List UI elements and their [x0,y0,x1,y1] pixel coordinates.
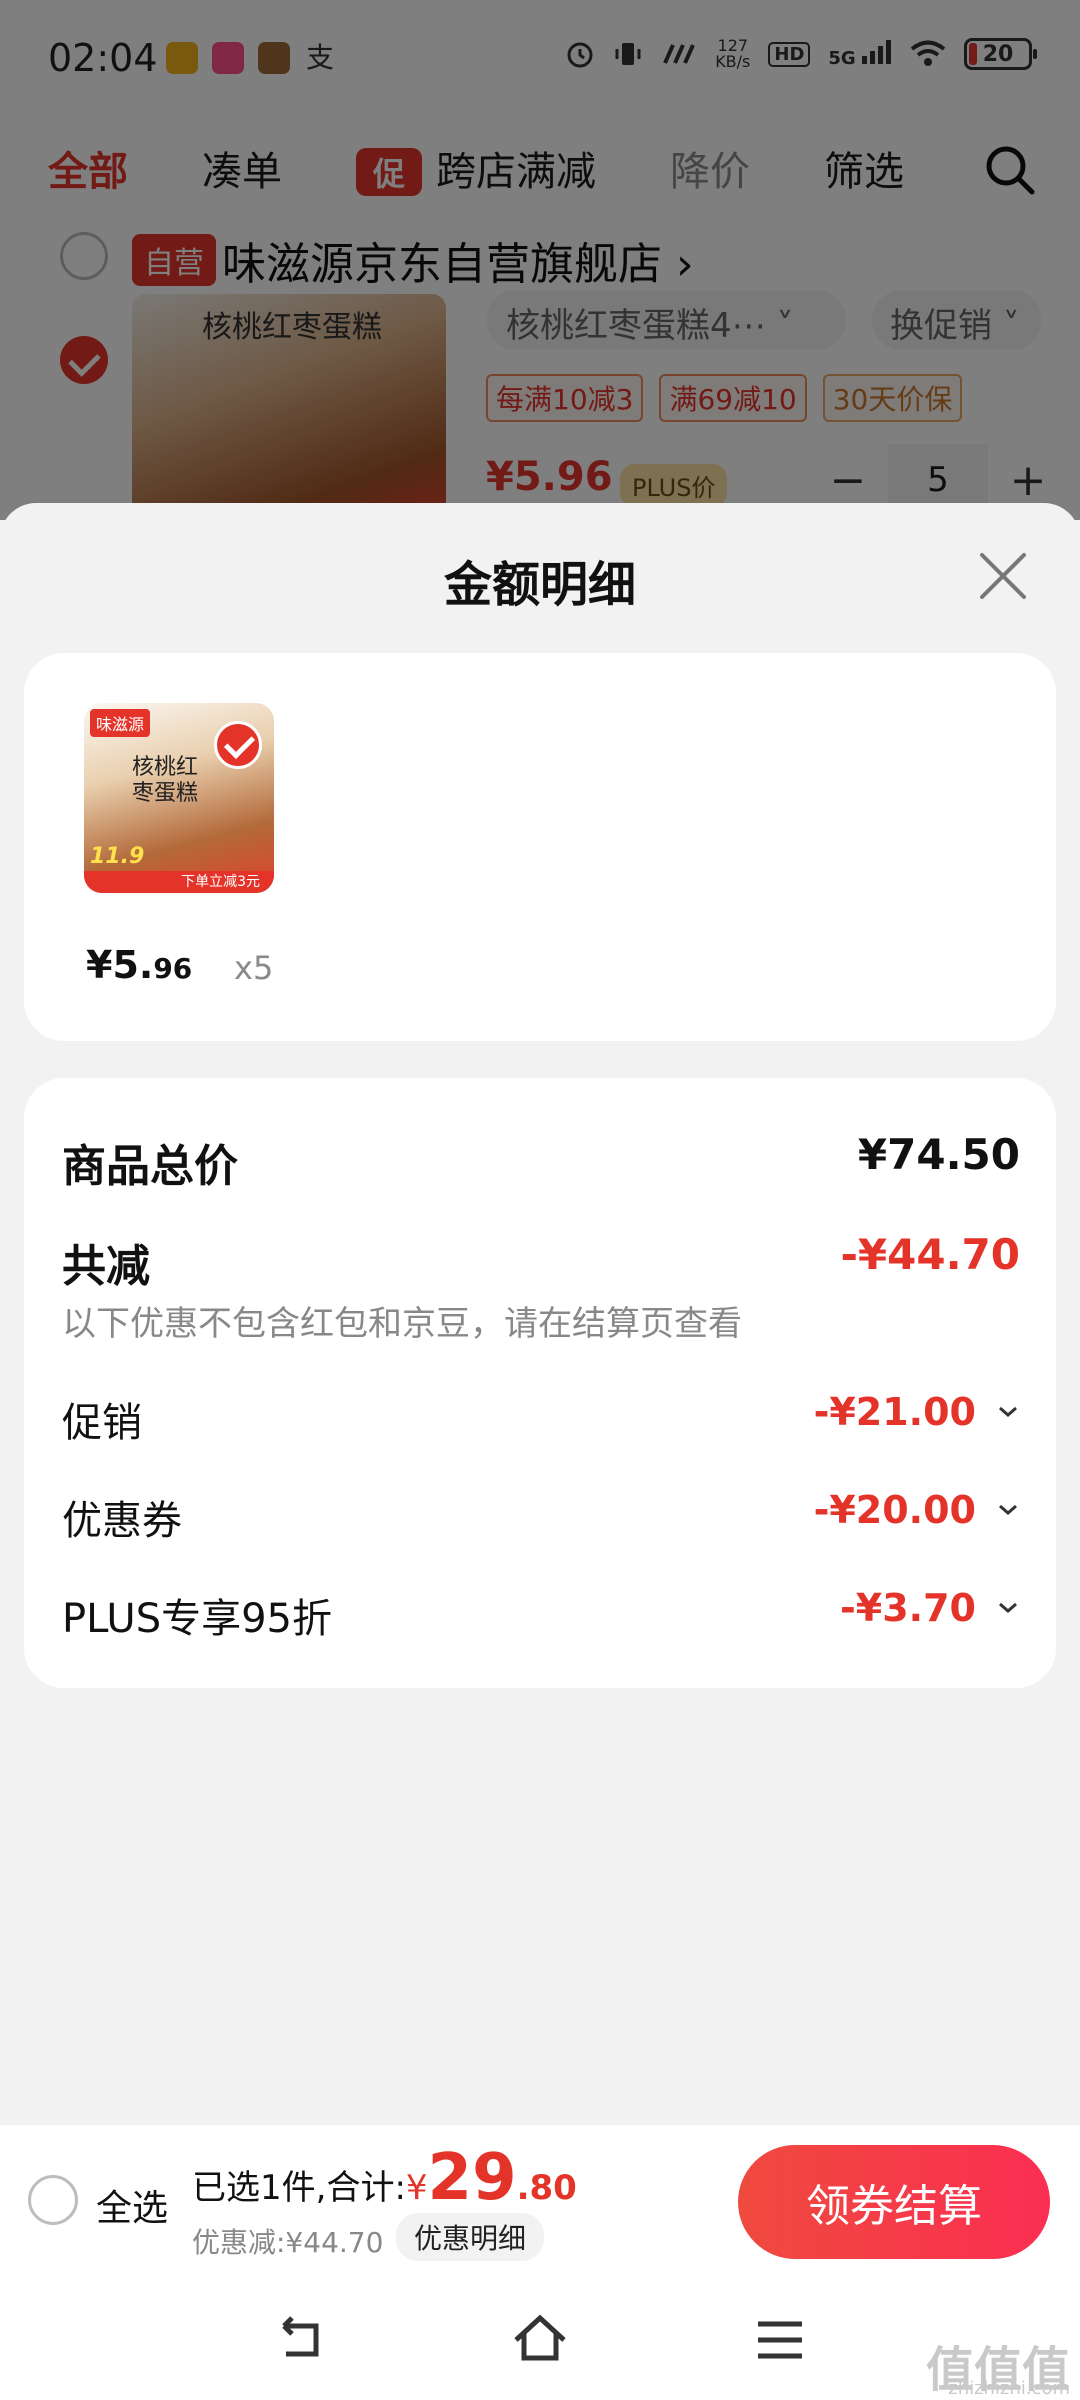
modal-overlay[interactable] [0,0,1080,520]
item-quantity: x5 [234,949,274,987]
item-thumbnail[interactable]: 味滋源 核桃红枣蛋糕 11.9 下单立减3元 [84,703,274,893]
watermark-url: zhizhizhi.com [948,2378,1070,2399]
reduction-label: 共减 [62,1241,150,1292]
promotion-row[interactable]: 促销 -¥21.00 [62,1390,1020,1450]
selected-items-card: 味滋源 核桃红枣蛋糕 11.9 下单立减3元 ¥5.96 x5 [24,653,1056,1041]
plus-discount-label: PLUS专享95折 [62,1596,332,1642]
total-value: ¥74.50 [857,1130,1020,1179]
discount-amount: 优惠减:¥44.70 [192,2226,384,2259]
plus-discount-value: -¥3.70 [840,1586,976,1630]
thumb-brand: 味滋源 [90,709,151,737]
chevron-down-icon[interactable] [996,1596,1020,1620]
chevron-down-icon[interactable] [996,1498,1020,1522]
amount-detail-card: 商品总价 ¥74.50 共减 -¥44.70 以下优惠不包含红包和京豆，请在结算… [24,1078,1056,1688]
price-detail-sheet: 金额明细 味滋源 核桃红枣蛋糕 11.9 下单立减3元 ¥5.96 x5 商品总… [0,503,1080,2400]
reduction-note: 以下优惠不包含红包和京豆，请在结算页查看 [62,1304,742,1344]
thumb-banner: 下单立减3元 [84,871,274,893]
total-row: 商品总价 ¥74.50 [62,1130,1020,1192]
select-all-label[interactable]: 全选 [96,2179,168,2231]
thumb-price: 11.9 [90,844,145,869]
reduction-value: -¥44.70 [840,1230,1020,1279]
coupon-value: -¥20.00 [813,1488,976,1532]
system-nav-bar [0,2276,1080,2400]
checkout-button[interactable]: 领券结算 [738,2145,1050,2259]
coupon-label: 优惠券 [62,1498,182,1544]
promotion-label: 促销 [62,1400,142,1446]
total-summary: 已选1件,合计: ¥ 29 .80 [192,2141,577,2215]
total-label: 商品总价 [62,1141,238,1192]
chevron-down-icon[interactable] [996,1400,1020,1424]
home-icon[interactable] [510,2310,570,2370]
reduction-row: 共减 -¥44.70 以下优惠不包含红包和京豆，请在结算页查看 [62,1230,1020,1350]
sheet-title: 金额明细 [443,557,636,613]
checked-icon [214,721,262,769]
discount-detail-button[interactable]: 优惠明细 [396,2213,545,2261]
thumb-label: 核桃红枣蛋糕 [132,755,199,806]
coupon-row[interactable]: 优惠券 -¥20.00 [62,1488,1020,1548]
item-price: ¥5.96 [86,943,193,987]
promotion-value: -¥21.00 [813,1390,976,1434]
menu-icon[interactable] [750,2310,810,2370]
select-all-radio[interactable] [28,2175,78,2225]
checkout-bar: 全选 已选1件,合计: ¥ 29 .80 优惠减:¥44.70 优惠明细 领券结… [0,2124,1080,2276]
back-icon[interactable] [270,2310,330,2370]
plus-discount-row[interactable]: PLUS专享95折 -¥3.70 [62,1586,1020,1646]
total-amount: 29 [427,2141,517,2215]
close-icon[interactable] [974,547,1032,605]
